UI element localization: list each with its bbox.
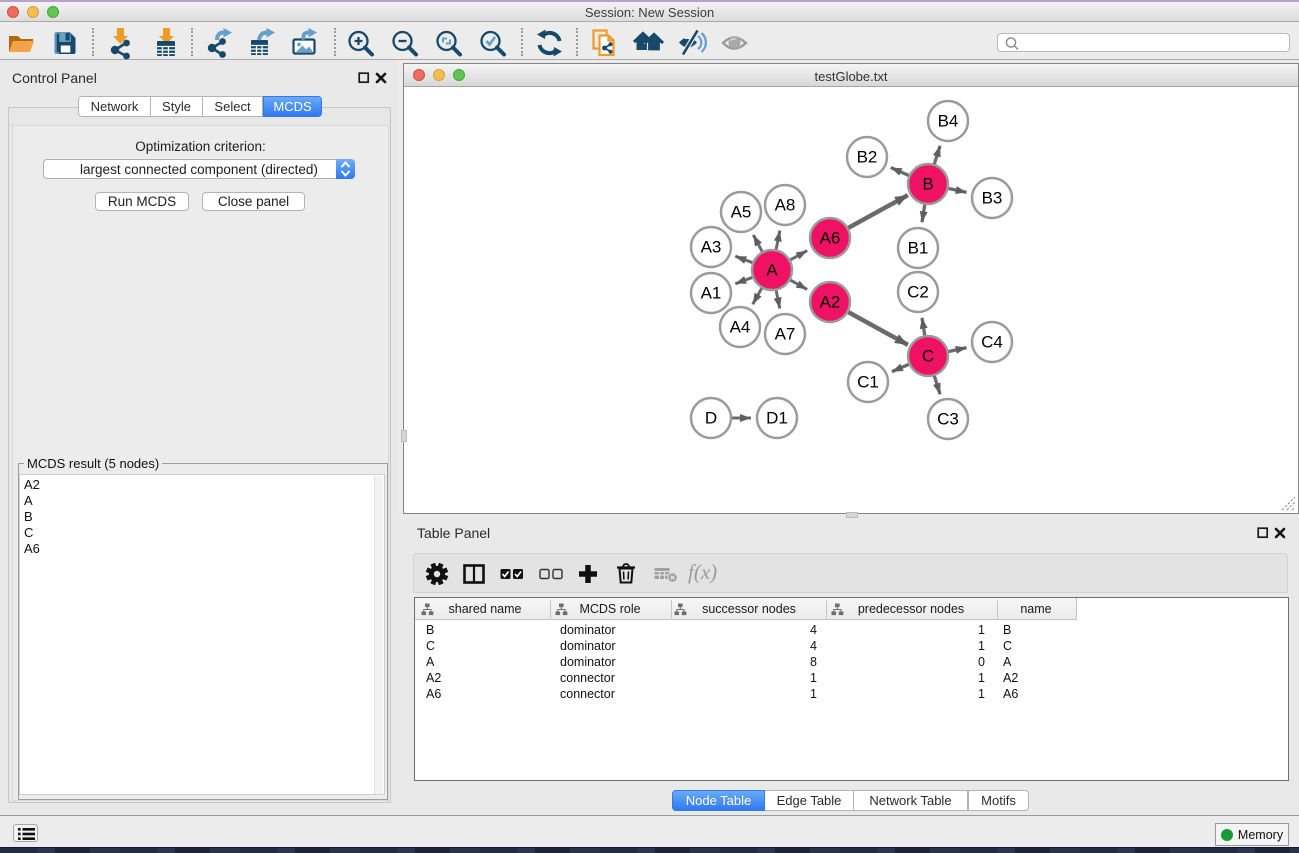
svg-text:D1: D1 [766,409,788,428]
svg-text:C3: C3 [937,410,959,429]
svg-text:A5: A5 [731,203,752,222]
svg-text:C4: C4 [981,333,1003,352]
svg-text:A1: A1 [701,284,722,303]
svg-text:D: D [705,409,717,428]
svg-text:C1: C1 [857,373,879,392]
svg-text:A7: A7 [775,325,796,344]
svg-text:A: A [766,261,778,280]
svg-text:A4: A4 [730,318,751,337]
svg-text:C2: C2 [907,283,929,302]
svg-text:B3: B3 [982,189,1003,208]
svg-text:C: C [922,347,934,366]
svg-text:B4: B4 [938,112,959,131]
svg-text:A8: A8 [775,196,796,215]
svg-text:B1: B1 [908,239,929,258]
svg-text:A3: A3 [701,238,722,257]
svg-text:A2: A2 [820,293,841,312]
svg-text:A6: A6 [820,229,841,248]
svg-text:B: B [922,175,933,194]
svg-text:B2: B2 [857,148,878,167]
